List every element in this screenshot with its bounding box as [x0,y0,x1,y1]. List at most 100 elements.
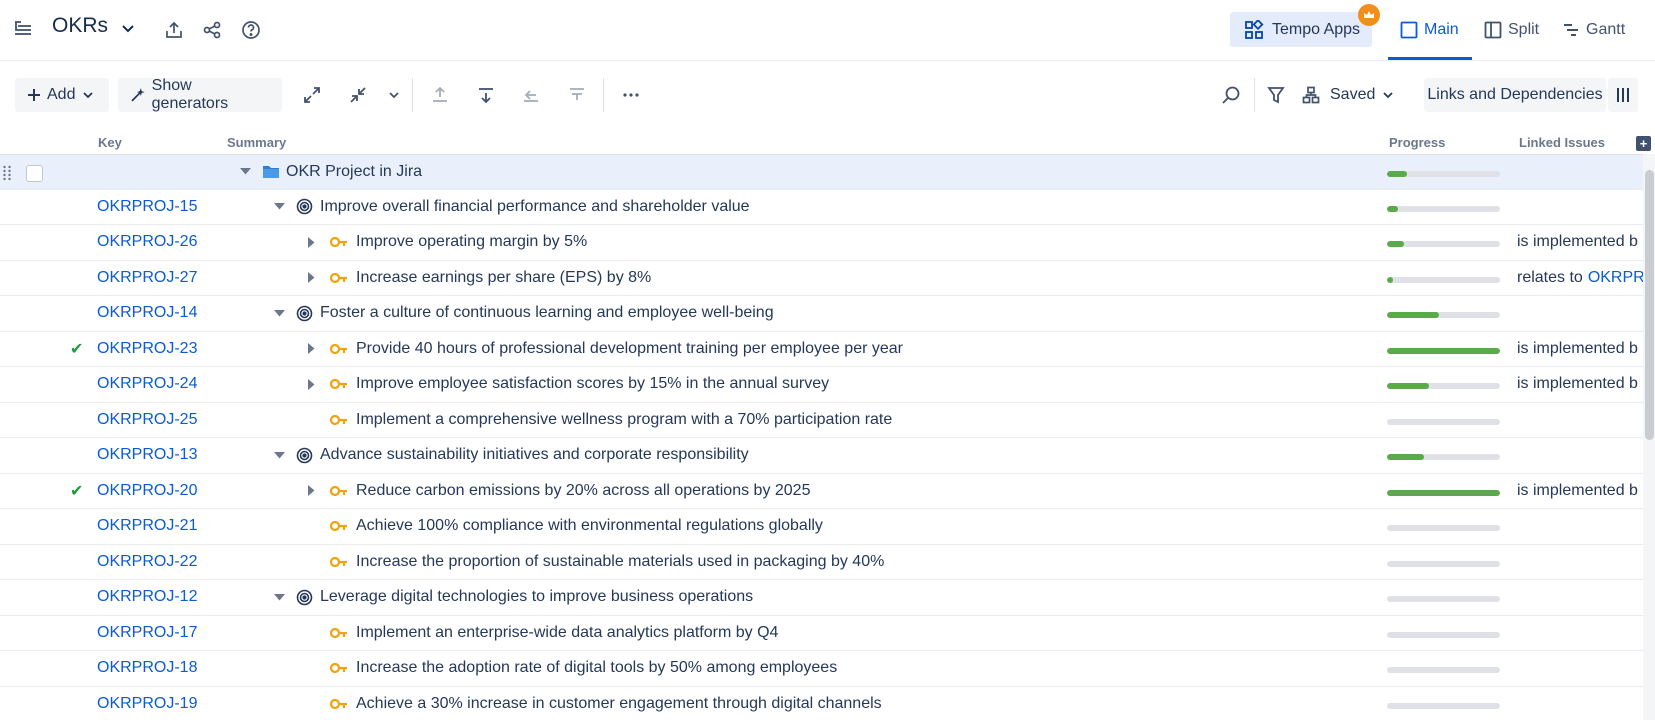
caret-right-icon[interactable] [308,225,315,260]
columns-button[interactable] [1608,78,1638,112]
tab-gantt[interactable]: Gantt [1562,12,1625,48]
issue-key-link[interactable]: OKRPROJ-27 [97,261,197,296]
indent-icon[interactable] [471,80,501,110]
caret-down-icon[interactable] [274,580,285,615]
key-icon [330,332,348,367]
tempo-apps-button[interactable]: Tempo Apps [1230,12,1372,47]
issue-summary[interactable]: Increase the adoption rate of digital to… [356,651,837,686]
table-row[interactable]: OKRPROJ-13 Advance sustainability initiat… [0,438,1643,474]
drag-handle-icon[interactable] [2,164,12,187]
issue-key-link[interactable]: OKRPROJ-26 [97,225,197,260]
chevron-down-icon[interactable] [379,80,409,110]
tab-main[interactable]: Main [1400,12,1459,48]
table-row[interactable]: OKRPROJ-18 Increase the adoption rate of … [0,651,1643,687]
issue-key-link[interactable]: OKRPROJ-13 [97,438,197,473]
export-icon[interactable] [163,19,185,41]
issue-key-link[interactable]: OKRPROJ-14 [97,296,197,331]
table-row[interactable]: OKRPROJ-17 Implement an enterprise-wide d… [0,616,1643,651]
key-icon [330,403,348,438]
add-button[interactable]: Add [15,78,109,112]
column-header-summary[interactable]: Summary [227,135,286,150]
column-header-key[interactable]: Key [98,135,122,150]
progress-bar [1387,347,1500,354]
project-row[interactable]: OKR Project in Jira [0,154,1643,190]
issue-key-link[interactable]: OKRPROJ-18 [97,651,197,686]
column-header-progress[interactable]: Progress [1389,135,1445,150]
caret-right-icon[interactable] [308,474,315,509]
more-icon[interactable] [616,80,646,110]
table-row[interactable]: OKRPROJ-19 Achieve a 30% increase in cust… [0,687,1643,720]
links-and-dependencies-button[interactable]: Links and Dependencies [1424,78,1606,112]
table-row[interactable]: OKRPROJ-15 Improve overall financial perf… [0,190,1643,225]
target-icon [296,580,313,615]
collapse-icon[interactable] [343,80,373,110]
table-row[interactable]: OKRPROJ-27 Increase earnings per share (E… [0,261,1643,296]
caret-right-icon[interactable] [308,367,315,402]
expand-icon[interactable] [297,80,327,110]
table-row[interactable]: OKRPROJ-26 Improve operating margin by 5%… [0,225,1643,261]
saved-filter-dropdown[interactable]: Saved [1330,80,1394,110]
issue-summary[interactable]: Reduce carbon emissions by 20% across al… [356,474,810,509]
help-icon[interactable] [240,19,262,41]
table-row[interactable]: ✔ OKRPROJ-23 Provide 40 hours of professio… [0,332,1643,367]
issue-summary[interactable]: Implement an enterprise-wide data analyt… [356,616,778,651]
move-down-icon[interactable] [562,80,592,110]
issue-key-link[interactable]: OKRPROJ-17 [97,616,197,651]
filter-icon[interactable] [1261,80,1291,110]
table-row[interactable]: OKRPROJ-24 Improve employee satisfaction … [0,367,1643,403]
tab-split[interactable]: Split [1484,12,1539,48]
issue-key-link[interactable]: OKRPROJ-12 [97,580,197,615]
issue-summary[interactable]: Improve overall financial performance an… [320,190,750,225]
issue-summary[interactable]: Leverage digital technologies to improve… [320,580,753,615]
issue-summary[interactable]: Foster a culture of continuous learning … [320,296,774,331]
progress-bar [1387,631,1500,638]
caret-right-icon[interactable] [308,332,315,367]
table-row[interactable]: OKRPROJ-22 Increase the proportion of sus… [0,545,1643,580]
issue-key-link[interactable]: OKRPROJ-15 [97,190,197,225]
issue-summary[interactable]: Implement a comprehensive wellness progr… [356,403,892,438]
search-icon[interactable] [1216,80,1246,110]
issue-key-link[interactable]: OKRPROJ-20 [97,474,197,509]
table-row[interactable]: OKRPROJ-14 Foster a culture of continuous… [0,296,1643,332]
issue-summary[interactable]: Advance sustainability initiatives and c… [320,438,749,473]
scrollbar-thumb[interactable] [1645,170,1654,440]
caret-right-icon[interactable] [308,261,315,296]
issue-key-link[interactable]: OKRPROJ-23 [97,332,197,367]
issue-summary[interactable]: Increase the proportion of sustainable m… [356,545,884,580]
issue-summary[interactable]: Improve employee satisfaction scores by … [356,367,829,402]
structure-menu-icon[interactable] [12,18,34,40]
add-column-icon[interactable]: + [1636,136,1651,151]
issue-summary[interactable]: Achieve 100% compliance with environment… [356,509,823,544]
table-row[interactable]: ✔ OKRPROJ-20 Reduce carbon emissions by 20… [0,474,1643,509]
share-icon[interactable] [201,19,223,41]
column-header-linked-issues[interactable]: Linked Issues [1519,135,1605,150]
issue-key-link[interactable]: OKRPROJ-19 [97,687,197,720]
caret-down-icon[interactable] [274,190,285,225]
issue-summary[interactable]: Improve operating margin by 5% [356,225,587,260]
add-label: Add [47,86,76,103]
key-icon [330,651,348,686]
key-icon [330,474,348,509]
issue-key-link[interactable]: OKRPROJ-22 [97,545,197,580]
issue-summary[interactable]: Provide 40 hours of professional develop… [356,332,903,367]
issue-key-link[interactable]: OKRPROJ-24 [97,367,197,402]
outdent-icon[interactable] [516,80,546,110]
caret-down-icon[interactable] [274,296,285,331]
issue-summary[interactable]: Increase earnings per share (EPS) by 8% [356,261,651,296]
move-up-icon[interactable] [425,80,455,110]
chevron-down-icon[interactable] [120,20,136,38]
issue-summary[interactable]: Achieve a 30% increase in customer engag… [356,687,882,720]
issue-key-link[interactable]: OKRPROJ-21 [97,509,197,544]
issue-summary[interactable]: OKR Project in Jira [286,155,422,189]
table-row[interactable]: OKRPROJ-25 Implement a comprehensive well… [0,403,1643,438]
caret-down-icon[interactable] [274,438,285,473]
hierarchy-icon[interactable] [1296,80,1326,110]
table-row[interactable]: OKRPROJ-12 Leverage digital technologies … [0,580,1643,616]
caret-down-icon[interactable] [240,155,251,189]
linked-issue-link[interactable]: OKRPR [1588,269,1643,287]
row-checkbox[interactable] [26,165,43,182]
issue-key-link[interactable]: OKRPROJ-25 [97,403,197,438]
tab-main-label: Main [1424,21,1459,38]
show-generators-button[interactable]: Show generators [118,77,282,112]
table-row[interactable]: OKRPROJ-21 Achieve 100% compliance with e… [0,509,1643,545]
